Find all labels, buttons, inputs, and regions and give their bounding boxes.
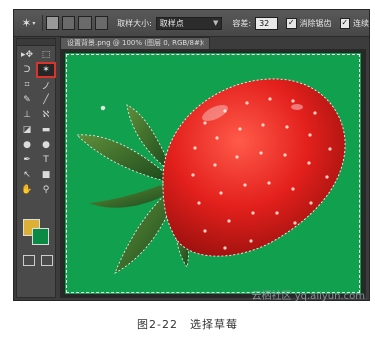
document-tab[interactable]: 设置背景.png @ 100% (图层 0, RGB/8#) × [60,37,210,49]
brush-tool-icon[interactable]: ╱ [37,93,55,107]
color-swatches [21,217,53,247]
hand-tool-icon[interactable]: ✋ [18,183,36,197]
eraser-tool-icon[interactable]: ◪ [18,123,36,137]
toolbox-grip[interactable] [17,39,55,46]
background-color-swatch[interactable] [32,228,49,245]
photoshop-window: ✶ ▾ 取样大小: 取样点 ▼ 容差: 32 ✓ 消除锯齿 ✓ 连续 ▸✥ ⬚ ᑐ… [13,9,370,301]
separator [41,15,43,31]
intersect-selection-icon[interactable] [94,16,109,30]
watermark: 云栖社区 yq.aliyun.com [251,291,365,302]
history-brush-tool-icon[interactable]: ℵ [37,108,55,122]
marquee-tool-icon[interactable]: ⬚ [37,48,55,62]
document-title: 设置背景.png @ 100% (图层 0, RGB/8#) [67,39,203,47]
tolerance-input[interactable]: 32 [255,16,279,30]
zoom-tool-icon[interactable]: ⚲ [37,183,55,197]
toolbox-panel: ▸✥ ⬚ ᑐ ✶ ⌗ ノ ✎ ╱ ⊥ ℵ ◪ ▬ ● ● ✒ T ↖ ■ ✋ ⚲ [16,38,56,298]
contiguous-label: 连续 [353,18,370,28]
dodge-tool-icon[interactable]: ● [37,138,55,152]
path-selection-tool-icon[interactable]: ↖ [18,168,36,182]
blur-tool-icon[interactable]: ● [18,138,36,152]
strawberry-image [76,78,346,274]
antialias-label: 消除锯齿 [299,18,332,28]
contiguous-checkbox[interactable]: ✓ [339,17,351,29]
options-bar: ✶ ▾ 取样大小: 取样点 ▼ 容差: 32 ✓ 消除锯齿 ✓ 连续 [14,10,369,37]
canvas-area [60,49,366,298]
subtract-from-selection-icon[interactable] [78,16,92,30]
image-canvas[interactable] [65,53,361,294]
shape-tool-icon[interactable]: ■ [37,168,55,182]
pen-tool-icon[interactable]: ✒ [18,153,36,167]
sample-size-select[interactable]: 取样点 ▼ [155,16,223,30]
quick-mask-controls [23,255,53,266]
tolerance-label: 容差: [232,18,252,28]
lasso-tool-icon[interactable]: ᑐ [18,63,36,77]
screen-mode-icon[interactable] [41,255,53,266]
close-icon[interactable]: × [199,38,205,49]
crop-tool-icon[interactable]: ⌗ [18,78,36,92]
antialias-checkbox[interactable]: ✓ [286,17,297,29]
magic-wand-tool-icon[interactable]: ✶ [36,62,56,78]
sample-size-label: 取样大小: [117,18,152,28]
clone-stamp-tool-icon[interactable]: ⊥ [18,108,36,122]
healing-brush-tool-icon[interactable]: ✎ [18,93,36,107]
chevron-down-icon: ▼ [212,19,219,27]
new-selection-icon[interactable] [45,16,60,30]
move-tool-icon[interactable]: ▸✥ [18,48,36,62]
type-tool-icon[interactable]: T [37,153,55,167]
tolerance-value: 32 [259,18,270,28]
eyedropper-tool-icon[interactable]: ノ [37,78,55,92]
figure-caption: 图2-22 选择草莓 [137,318,238,331]
magic-wand-tool-preset-icon[interactable]: ✶ ▾ [18,14,39,32]
sample-size-value: 取样点 [159,18,184,28]
gradient-tool-icon[interactable]: ▬ [37,123,55,137]
quick-mask-icon[interactable] [23,255,35,266]
add-to-selection-icon[interactable] [62,16,76,30]
